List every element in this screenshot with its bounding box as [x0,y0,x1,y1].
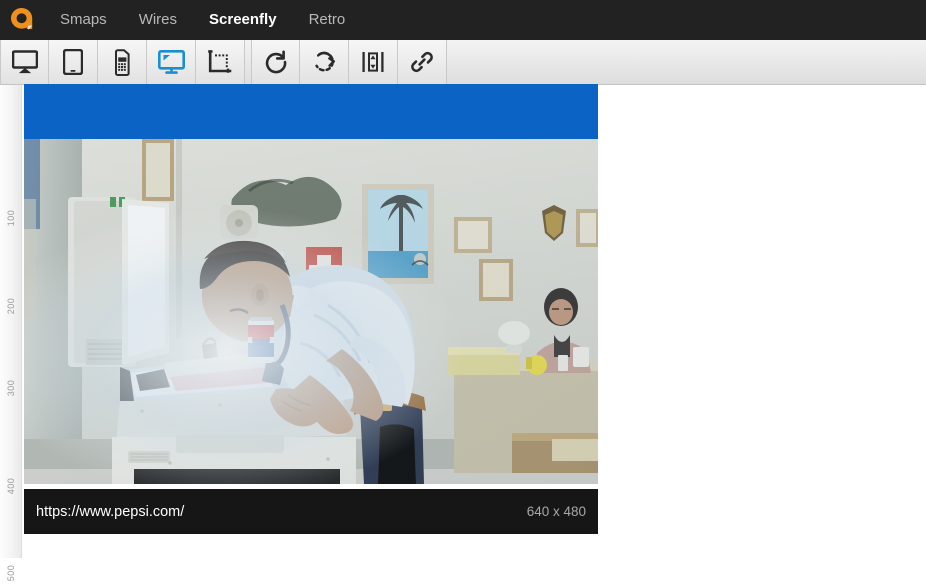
preview-status-bar: https://www.pepsi.com/ 640 x 480 [24,489,598,534]
link-icon-button[interactable] [398,40,447,84]
site-header-band [24,84,598,139]
television-icon-button[interactable] [147,40,196,84]
rotate-icon-button[interactable] [300,40,349,84]
nav-item-screenfly[interactable]: Screenfly [193,0,293,40]
ruler-tick-500: 500 [6,564,16,582]
preview-dimensions-text: 640 x 480 [526,504,586,519]
mobile-icon-button[interactable] [98,40,147,84]
letter-a-logo-icon[interactable] [0,0,44,40]
nav-item-smaps[interactable]: Smaps [44,0,123,40]
refresh-icon-button[interactable] [251,40,300,84]
ruler-tick-300: 300 [6,379,16,397]
ruler-tick-400: 400 [6,477,16,495]
ruler-tick-100: 100 [6,209,16,227]
preview-viewport[interactable] [24,84,598,484]
device-toolbar [0,40,926,85]
desktop-icon-button[interactable] [0,40,49,84]
scroll-toggle-icon-button[interactable] [349,40,398,84]
ruler-tick-200: 200 [6,297,16,315]
custom-size-icon-button[interactable] [196,40,245,84]
tablet-icon-button[interactable] [49,40,98,84]
top-navigation-bar: Smaps Wires Screenfly Retro [0,0,926,40]
office-copier-photo [24,139,598,484]
nav-item-retro[interactable]: Retro [293,0,362,40]
preview-url-text[interactable]: https://www.pepsi.com/ [36,504,184,520]
nav-item-wires[interactable]: Wires [123,0,193,40]
vertical-ruler: 100 200 300 400 500 [0,85,22,581]
